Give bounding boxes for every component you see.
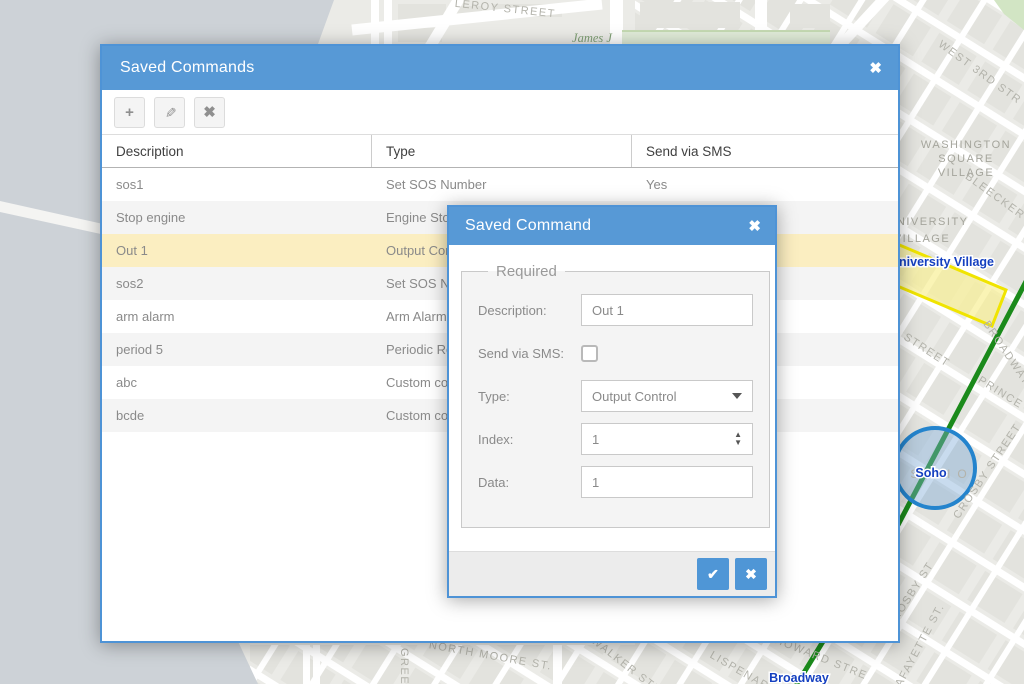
svg-text:SQUARE: SQUARE [938,153,993,165]
svg-text:WASHINGTON: WASHINGTON [921,139,1011,151]
form-row-sms: Send via SMS: [478,337,753,369]
cell-description: sos2 [102,276,372,291]
description-label: Description: [478,303,581,318]
type-select[interactable]: Output Control [581,380,753,412]
saved-command-dialog: Saved Command ✖ Required Description: Se… [447,205,777,598]
saved-commands-titlebar: Saved Commands ✖ [102,46,898,90]
column-header-type[interactable]: Type [372,135,632,167]
edit-command-button[interactable]: ✎ [154,97,185,128]
commands-toolbar: + ✎ ✖ [102,90,898,135]
svg-text:James J: James J [572,31,613,45]
cell-description: abc [102,375,372,390]
saved-command-body: Required Description: Send via SMS: Type… [449,245,775,551]
cell-description: bcde [102,408,372,423]
data-label: Data: [478,475,581,490]
cell-description: sos1 [102,177,372,192]
plus-icon: + [125,104,134,121]
close-icon[interactable]: ✖ [869,61,882,76]
svg-text:Broadway: Broadway [769,671,829,684]
form-row-data: Data: [478,466,753,498]
cell-description: arm alarm [102,309,372,324]
svg-text:GREENWICH ST: GREENWICH ST [398,648,410,684]
form-row-type: Type: Output Control [478,380,753,412]
add-command-button[interactable]: + [114,97,145,128]
close-icon[interactable]: ✖ [748,219,761,234]
index-value: 1 [592,432,599,447]
pencil-icon: ✎ [161,106,178,118]
column-header-description[interactable]: Description [102,135,372,167]
delete-command-button[interactable]: ✖ [194,97,225,128]
type-select-value: Output Control [592,389,677,404]
cell-type: Set SOS Number [372,177,632,192]
cell-description: period 5 [102,342,372,357]
delete-icon: ✖ [203,103,216,121]
index-label: Index: [478,432,581,447]
table-row[interactable]: sos1 Set SOS Number Yes [102,168,898,201]
description-input[interactable] [581,294,753,326]
chevron-down-icon [732,393,742,399]
dialog-title: Saved Command [465,217,591,235]
required-fieldset: Required Description: Send via SMS: Type… [461,263,770,528]
svg-text:University Village: University Village [890,255,994,269]
type-label: Type: [478,389,581,404]
cell-description: Out 1 [102,243,372,258]
saved-command-titlebar: Saved Command ✖ [449,207,775,245]
sms-label: Send via SMS: [478,346,581,361]
spinner-arrows[interactable]: ▲▼ [734,431,742,447]
spinner-down-icon[interactable]: ▼ [734,439,742,447]
app-window: LEROY STREET James J WEST 3RD STR WASHIN… [0,0,1024,684]
cell-sms: Yes [632,177,898,192]
saved-command-footer: ✔ ✖ [449,551,775,596]
table-header: Description Type Send via SMS [102,135,898,168]
cancel-button[interactable]: ✖ [735,558,767,590]
dialog-title: Saved Commands [120,59,254,77]
fieldset-legend: Required [488,263,565,280]
column-header-sms[interactable]: Send via SMS [632,135,898,167]
svg-text:Soho: Soho [915,466,947,480]
confirm-button[interactable]: ✔ [697,558,729,590]
index-spinner[interactable]: 1 ▲▼ [581,423,753,455]
form-row-index: Index: 1 ▲▼ [478,423,753,455]
cell-description: Stop engine [102,210,372,225]
check-icon: ✔ [707,566,719,583]
svg-text:VILLAGE: VILLAGE [894,233,950,245]
sms-checkbox[interactable] [581,345,598,362]
cancel-x-icon: ✖ [745,566,757,583]
data-input[interactable] [581,466,753,498]
form-row-description: Description: [478,294,753,326]
